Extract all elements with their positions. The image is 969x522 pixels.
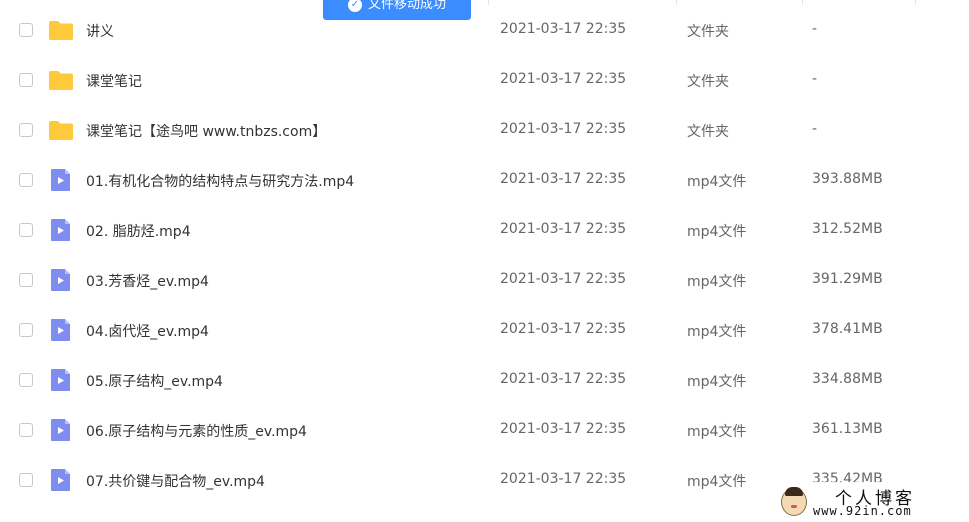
video-file-icon xyxy=(48,418,74,442)
file-name[interactable]: 讲义 xyxy=(86,21,114,41)
column-divider xyxy=(488,0,489,5)
file-date: 2021-03-17 22:35 xyxy=(500,371,627,387)
file-row[interactable]: 讲义 2021-03-17 22:35 文件夹 - xyxy=(0,6,969,56)
file-row[interactable]: 课堂笔记 2021-03-17 22:35 文件夹 - xyxy=(0,56,969,106)
file-date: 2021-03-17 22:35 xyxy=(500,21,627,37)
row-checkbox[interactable] xyxy=(19,173,33,187)
file-date: 2021-03-17 22:35 xyxy=(500,121,627,137)
file-row[interactable]: 03.芳香烃_ev.mp4 2021-03-17 22:35 mp4文件 391.29… xyxy=(0,256,969,306)
file-size: 334.88MB xyxy=(812,371,883,387)
file-size: - xyxy=(812,121,818,137)
file-type: 文件夹 xyxy=(687,124,729,140)
file-size: 312.52MB xyxy=(812,221,883,237)
file-size: 393.88MB xyxy=(812,171,883,187)
file-row[interactable]: 06.原子结构与元素的性质_ev.mp4 2021-03-17 22:35 mp4文… xyxy=(0,406,969,456)
row-checkbox[interactable] xyxy=(19,323,33,337)
file-size: 378.41MB xyxy=(812,321,883,337)
file-type: mp4文件 xyxy=(687,424,747,440)
video-file-icon xyxy=(48,368,74,392)
blog-watermark: 个人博客 www.92in.com xyxy=(773,482,969,522)
file-row[interactable]: 02. 脂肪烃.mp4 2021-03-17 22:35 mp4文件 312.52MB xyxy=(0,206,969,256)
file-row[interactable]: 04.卤代烃_ev.mp4 2021-03-17 22:35 mp4文件 378.41… xyxy=(0,306,969,356)
file-date: 2021-03-17 22:35 xyxy=(500,171,627,187)
file-size: - xyxy=(812,71,818,87)
watermark-url: www.92in.com xyxy=(813,504,912,518)
file-name[interactable]: 03.芳香烃_ev.mp4 xyxy=(86,271,209,291)
avatar-icon xyxy=(781,487,807,516)
file-date: 2021-03-17 22:35 xyxy=(500,221,627,237)
file-name[interactable]: 05.原子结构_ev.mp4 xyxy=(86,371,223,391)
video-file-icon xyxy=(48,168,74,192)
video-file-icon xyxy=(48,468,74,492)
column-divider xyxy=(915,0,916,5)
folder-icon xyxy=(48,18,74,42)
file-type: 文件夹 xyxy=(687,24,729,40)
file-date: 2021-03-17 22:35 xyxy=(500,271,627,287)
row-checkbox[interactable] xyxy=(19,223,33,237)
file-name[interactable]: 课堂笔记 xyxy=(86,71,142,91)
file-type: mp4文件 xyxy=(687,274,747,290)
file-size: 361.13MB xyxy=(812,421,883,437)
file-date: 2021-03-17 22:35 xyxy=(500,321,627,337)
row-checkbox[interactable] xyxy=(19,23,33,37)
video-file-icon xyxy=(48,268,74,292)
row-checkbox[interactable] xyxy=(19,123,33,137)
file-size: 391.29MB xyxy=(812,271,883,287)
file-name[interactable]: 02. 脂肪烃.mp4 xyxy=(86,221,191,241)
file-size: - xyxy=(812,21,818,37)
column-divider xyxy=(802,0,803,5)
file-list: 讲义 2021-03-17 22:35 文件夹 - 课堂笔记 2021-03-17 22:… xyxy=(0,6,969,506)
file-date: 2021-03-17 22:35 xyxy=(500,421,627,437)
file-type: mp4文件 xyxy=(687,474,747,490)
file-row[interactable]: 课堂笔记【途鸟吧 www.tnbzs.com】 2021-03-17 22:35 文… xyxy=(0,106,969,156)
row-checkbox[interactable] xyxy=(19,373,33,387)
file-date: 2021-03-17 22:35 xyxy=(500,471,627,487)
file-type: mp4文件 xyxy=(687,324,747,340)
file-name[interactable]: 04.卤代烃_ev.mp4 xyxy=(86,321,209,341)
row-checkbox[interactable] xyxy=(19,473,33,487)
file-name[interactable]: 07.共价键与配合物_ev.mp4 xyxy=(86,471,265,491)
video-file-icon xyxy=(48,218,74,242)
file-row[interactable]: 01.有机化合物的结构特点与研究方法.mp4 2021-03-17 22:35 mp… xyxy=(0,156,969,206)
folder-icon xyxy=(48,68,74,92)
file-name[interactable]: 06.原子结构与元素的性质_ev.mp4 xyxy=(86,421,307,441)
file-type: mp4文件 xyxy=(687,224,747,240)
row-checkbox[interactable] xyxy=(19,423,33,437)
file-type: 文件夹 xyxy=(687,74,729,90)
file-date: 2021-03-17 22:35 xyxy=(500,71,627,87)
row-checkbox[interactable] xyxy=(19,273,33,287)
video-file-icon xyxy=(48,318,74,342)
folder-icon xyxy=(48,118,74,142)
file-type: mp4文件 xyxy=(687,174,747,190)
file-name[interactable]: 课堂笔记【途鸟吧 www.tnbzs.com】 xyxy=(86,121,326,141)
row-checkbox[interactable] xyxy=(19,73,33,87)
file-type: mp4文件 xyxy=(687,374,747,390)
file-name[interactable]: 01.有机化合物的结构特点与研究方法.mp4 xyxy=(86,171,354,191)
column-divider xyxy=(676,0,677,5)
file-row[interactable]: 05.原子结构_ev.mp4 2021-03-17 22:35 mp4文件 334.8… xyxy=(0,356,969,406)
